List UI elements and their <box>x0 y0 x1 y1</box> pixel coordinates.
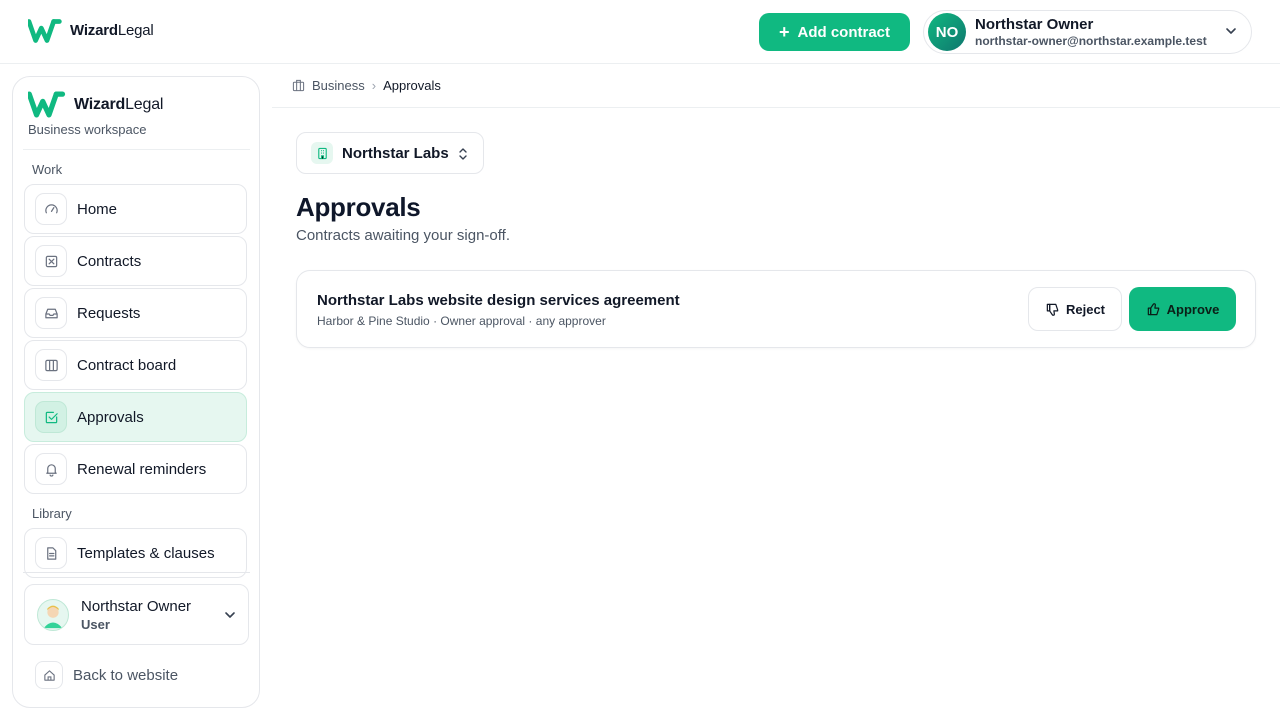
sidebar-item-home[interactable]: Home <box>24 184 247 234</box>
plus-icon: + <box>778 22 790 42</box>
check-square-icon <box>45 411 58 423</box>
brand-name-light: Legal <box>125 95 164 113</box>
brand-name-bold: Wizard <box>70 22 118 39</box>
logo-mark-icon <box>28 19 62 43</box>
sidebar-item-approvals[interactable]: Approvals <box>24 392 247 442</box>
avatar <box>37 598 69 631</box>
profile-role: User <box>81 616 110 632</box>
inbox-icon <box>44 308 58 318</box>
divider <box>23 149 250 150</box>
sidebar-item-label: Contract board <box>77 356 177 374</box>
user-email: northstar-owner@northstar.example.test <box>975 34 1207 48</box>
page-title: Approvals <box>296 192 421 222</box>
sidebar-item-requests[interactable]: Requests <box>24 288 247 338</box>
breadcrumb-parent[interactable]: Business <box>312 78 365 93</box>
bell-icon <box>45 463 57 477</box>
organization-icon <box>317 147 327 159</box>
sidebar-item-label: Templates & clauses <box>77 544 215 562</box>
thumbs-down-icon <box>1046 303 1059 316</box>
approval-title[interactable]: Northstar Labs website design services a… <box>317 292 680 309</box>
reject-button[interactable]: Reject <box>1028 287 1122 331</box>
back-to-website-link[interactable]: Back to website <box>35 661 178 689</box>
organization-select[interactable]: Northstar Labs <box>296 132 484 174</box>
breadcrumb: Business › Approvals <box>272 64 1280 108</box>
sidebar: WizardLegal Business workspace Work Home… <box>12 76 260 708</box>
wizardlegal-logo[interactable]: WizardLegal <box>28 18 154 44</box>
columns-icon <box>44 359 58 371</box>
sidebar-item-contract-board[interactable]: Contract board <box>24 340 247 390</box>
user-menu[interactable]: NO Northstar Owner northstar-owner@north… <box>923 10 1252 54</box>
user-avatar-icon <box>43 605 63 628</box>
building-icon <box>292 79 305 92</box>
brand-name-light: Legal <box>117 22 154 39</box>
approval-subtitle: Harbor & Pine Studio · Owner approval · … <box>317 314 606 328</box>
add-contract-button[interactable]: + Add contract <box>759 13 910 51</box>
breadcrumb-current: Approvals <box>383 78 441 93</box>
reject-label: Reject <box>1065 301 1106 317</box>
contract-icon <box>45 255 57 267</box>
profile-name: Northstar Owner <box>81 597 192 615</box>
chevron-down-icon <box>1226 28 1236 34</box>
sidebar-item-renewal-reminders[interactable]: Renewal reminders <box>24 444 247 494</box>
divider <box>23 572 250 573</box>
sidebar-logo[interactable]: WizardLegal <box>28 91 163 118</box>
sidebar-item-label: Home <box>77 200 118 218</box>
section-label-work: Work <box>32 162 63 177</box>
top-bar: WizardLegal + Add contract NO Northstar … <box>0 0 1280 64</box>
sidebar-item-label: Contracts <box>77 252 142 270</box>
chevron-down-icon <box>225 612 235 618</box>
sidebar-item-label: Approvals <box>77 408 144 426</box>
home-icon <box>43 669 55 681</box>
logo-mark-icon <box>28 91 66 118</box>
sidebar-item-templates[interactable]: Templates & clauses <box>24 528 247 578</box>
approval-card: Northstar Labs website design services a… <box>296 270 1256 348</box>
page-subtitle: Contracts awaiting your sign-off. <box>296 227 510 244</box>
user-name: Northstar Owner <box>975 16 1094 33</box>
brand-name-bold: Wizard <box>74 95 126 113</box>
back-link-label: Back to website <box>73 666 179 684</box>
sidebar-item-label: Requests <box>77 304 141 322</box>
thumbs-up-icon <box>1147 302 1159 315</box>
approve-button[interactable]: Approve <box>1129 287 1236 331</box>
organization-select-value: Northstar Labs <box>342 144 449 162</box>
sidebar-profile[interactable]: Northstar Owner User <box>24 584 249 645</box>
approve-label: Approve <box>1166 301 1220 317</box>
sidebar-item-contracts[interactable]: Contracts <box>24 236 247 286</box>
breadcrumb-separator-icon: › <box>371 78 377 93</box>
chevrons-up-down-icon <box>459 148 467 160</box>
add-contract-label: Add contract <box>797 23 891 41</box>
user-avatar: NO <box>928 13 966 51</box>
section-label-library: Library <box>32 506 72 521</box>
workspace-label: Business workspace <box>28 122 147 137</box>
gauge-icon <box>44 203 58 213</box>
document-icon <box>46 546 56 560</box>
sidebar-item-label: Renewal reminders <box>77 460 207 478</box>
